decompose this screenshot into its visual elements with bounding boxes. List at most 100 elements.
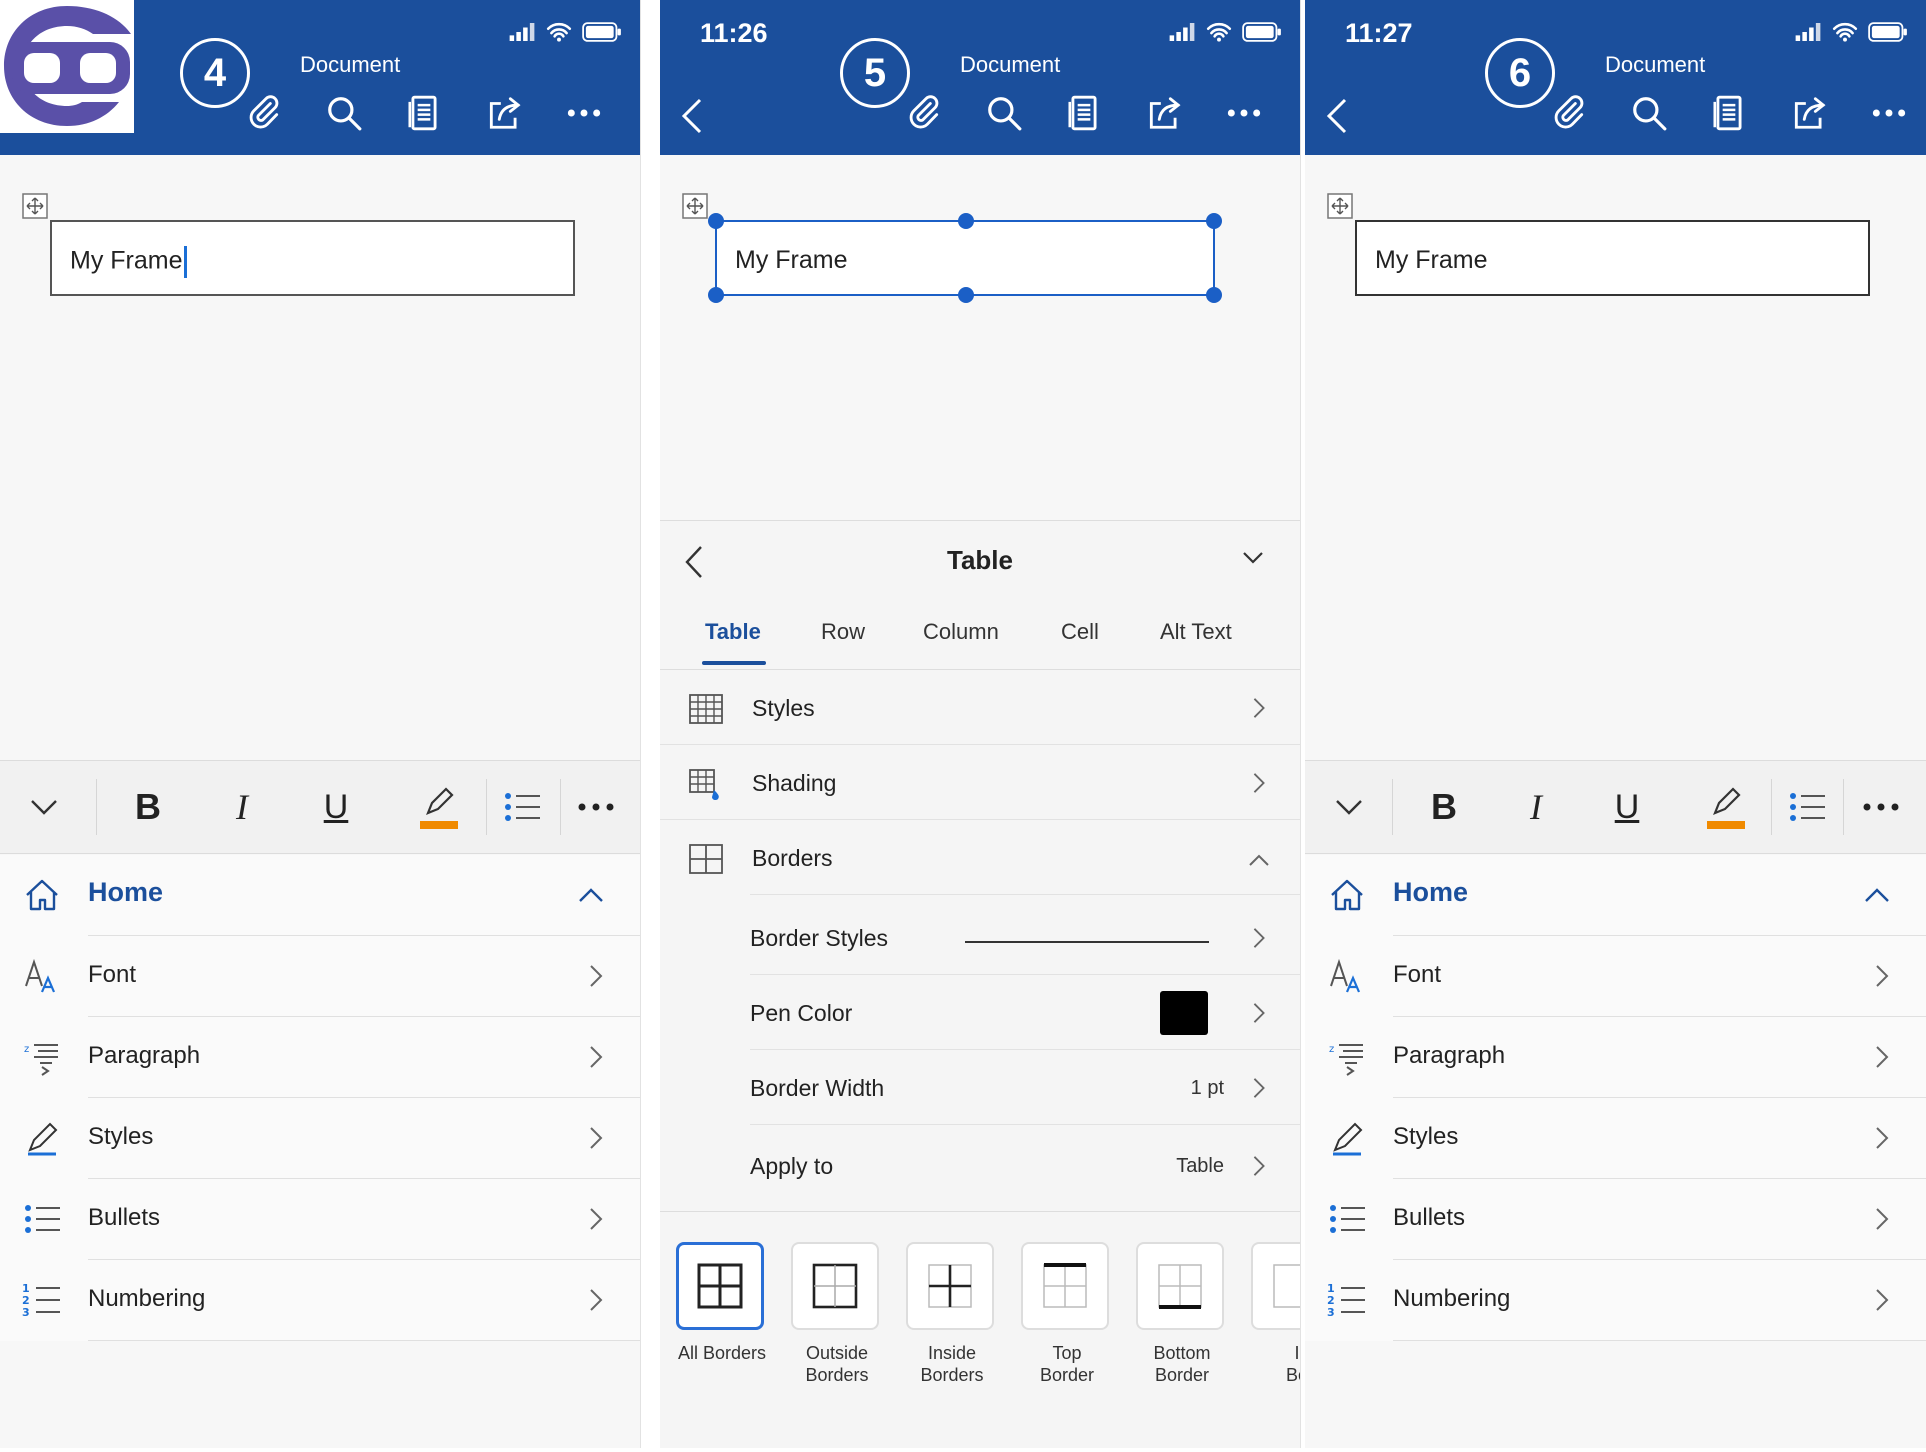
border-presets-strip: All Borders Outside Borders Inside Borders… [660, 1211, 1300, 1412]
search-icon[interactable] [325, 94, 363, 132]
resize-handle[interactable] [708, 213, 724, 229]
tab-row[interactable]: Row [821, 619, 865, 645]
border-outside-option[interactable]: Outside Borders [791, 1242, 883, 1386]
menu-item-numbering[interactable]: Numbering [0, 1260, 640, 1341]
menu-item-styles[interactable]: Styles [0, 1098, 640, 1179]
bullets-button[interactable] [496, 781, 548, 833]
bullets-button[interactable] [1781, 781, 1833, 833]
border-option-label: Borders [805, 1365, 869, 1385]
search-icon[interactable] [1630, 94, 1668, 132]
highlight-button[interactable] [412, 781, 464, 833]
resize-handle[interactable] [1206, 287, 1222, 303]
option-border-width[interactable]: Border Width 1 pt [660, 1051, 1300, 1125]
search-icon[interactable] [985, 94, 1023, 132]
menu-item-home[interactable]: Home [1305, 855, 1926, 936]
menu-item-paragraph[interactable]: Paragraph [1305, 1017, 1926, 1098]
tab-cell[interactable]: Cell [1061, 619, 1099, 645]
resize-handle[interactable] [1206, 213, 1222, 229]
bullets-icon [1327, 1199, 1367, 1239]
ribbon-menu: Home Font Paragraph Styles Bullets Numbe… [1305, 855, 1926, 1341]
more-options-icon[interactable] [565, 94, 603, 132]
chevron-right-icon [588, 964, 604, 988]
text-cursor [183, 246, 187, 278]
back-arrow-icon[interactable] [1323, 96, 1351, 136]
table-move-handle-icon[interactable] [1327, 193, 1353, 219]
resize-handle[interactable] [958, 213, 974, 229]
menu-item-font[interactable]: Font [1305, 936, 1926, 1017]
option-borders[interactable]: Borders [660, 821, 1300, 895]
menu-item-bullets[interactable]: Bullets [0, 1179, 640, 1260]
pen-color-swatch[interactable] [1160, 991, 1208, 1035]
text-frame[interactable]: My Frame [1355, 220, 1870, 296]
menu-item-styles[interactable]: Styles [1305, 1098, 1926, 1179]
tab-table[interactable]: Table [705, 619, 761, 645]
option-label: Styles [752, 695, 815, 721]
resize-handle[interactable] [958, 287, 974, 303]
attach-icon[interactable] [245, 94, 283, 132]
share-icon[interactable] [1790, 94, 1828, 132]
resize-handle[interactable] [708, 287, 724, 303]
share-icon[interactable] [485, 94, 523, 132]
option-styles[interactable]: Styles [660, 671, 1300, 745]
frame-text: My Frame [1375, 246, 1488, 274]
frame-text: My Frame [735, 246, 848, 274]
share-icon[interactable] [1145, 94, 1183, 132]
table-move-handle-icon[interactable] [682, 193, 708, 219]
text-frame[interactable]: My Frame [50, 220, 575, 296]
numbering-icon [22, 1280, 62, 1320]
bold-button[interactable]: B [122, 781, 174, 833]
chevron-up-icon [1249, 854, 1269, 866]
underline-button[interactable]: U [310, 781, 362, 833]
chevron-right-icon [588, 1045, 604, 1069]
font-icon [22, 956, 62, 996]
menu-item-font[interactable]: Font [0, 936, 640, 1017]
underline-button[interactable]: U [1601, 781, 1653, 833]
option-shading[interactable]: Shading [660, 746, 1300, 820]
signal-icon [508, 23, 536, 41]
attach-icon[interactable] [1550, 94, 1588, 132]
border-top-option[interactable]: Top Border [1021, 1242, 1113, 1386]
border-inside-option[interactable]: Inside Borders [906, 1242, 998, 1386]
highlight-button[interactable] [1699, 781, 1751, 833]
reader-view-icon[interactable] [405, 94, 443, 132]
border-all-option[interactable]: All Borders [676, 1242, 768, 1364]
option-value: Table [1176, 1155, 1224, 1177]
selected-text-frame[interactable]: My Frame [708, 213, 1222, 303]
reader-view-icon[interactable] [1710, 94, 1748, 132]
menu-item-numbering[interactable]: Numbering [1305, 1260, 1926, 1341]
border-option-label: Border [1154, 1365, 1210, 1385]
collapse-toolbar-button[interactable] [1323, 781, 1375, 833]
italic-button[interactable]: I [216, 781, 268, 833]
menu-item-paragraph[interactable]: Paragraph [0, 1017, 640, 1098]
more-toolbar-button[interactable] [1855, 781, 1907, 833]
attach-icon[interactable] [905, 94, 943, 132]
option-label: Apply to [750, 1153, 834, 1179]
chevron-right-icon [588, 1126, 604, 1150]
border-option-label: Inside [927, 1343, 977, 1363]
menu-item-label: Numbering [88, 1285, 206, 1312]
reader-view-icon[interactable] [1065, 94, 1103, 132]
collapse-toolbar-button[interactable] [18, 781, 70, 833]
border-bottom-option[interactable]: Bottom Border [1136, 1242, 1228, 1386]
chevron-down-icon[interactable] [1242, 551, 1264, 565]
table-options-sheet: Table Table Row Column Cell Alt Text Sty… [660, 520, 1300, 1448]
border-partial-option[interactable]: IBo [1251, 1242, 1300, 1386]
tab-column[interactable]: Column [923, 619, 999, 645]
bold-button[interactable]: B [1418, 781, 1470, 833]
chevron-up-icon [1865, 888, 1889, 902]
more-options-icon[interactable] [1870, 94, 1908, 132]
option-pen-color[interactable]: Pen Color [660, 976, 1300, 1050]
table-move-handle-icon[interactable] [22, 193, 48, 219]
more-toolbar-button[interactable] [570, 781, 622, 833]
chevron-right-icon [588, 1207, 604, 1231]
menu-item-home[interactable]: Home [0, 855, 640, 936]
option-border-styles[interactable]: Border Styles [660, 901, 1300, 975]
tab-alt-text[interactable]: Alt Text [1160, 619, 1232, 645]
back-arrow-icon[interactable] [678, 96, 706, 136]
chevron-right-icon [1874, 1207, 1890, 1231]
menu-item-bullets[interactable]: Bullets [1305, 1179, 1926, 1260]
border-option-label: All Borders [677, 1343, 767, 1363]
more-options-icon[interactable] [1225, 94, 1263, 132]
option-apply-to[interactable]: Apply to Table [660, 1129, 1300, 1203]
italic-button[interactable]: I [1510, 781, 1562, 833]
